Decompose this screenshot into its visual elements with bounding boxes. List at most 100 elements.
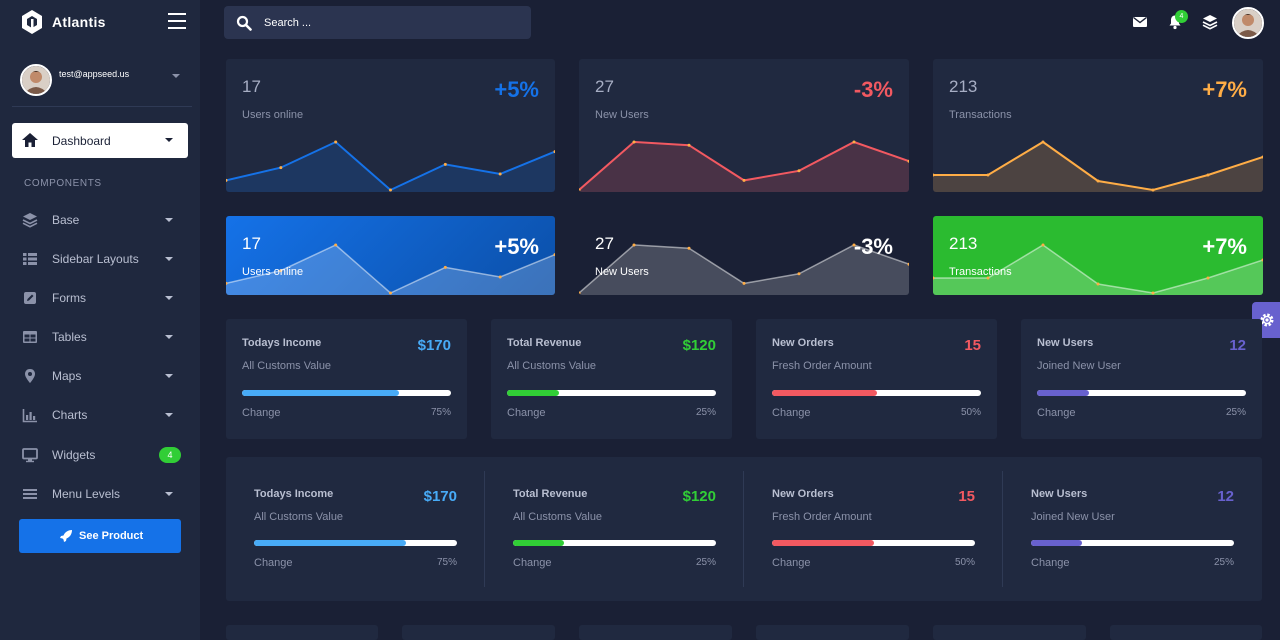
atlantis-logo-icon[interactable] — [22, 10, 42, 34]
rocket-icon — [60, 530, 72, 542]
map-marker-icon — [25, 369, 35, 383]
sidebar-item-maps[interactable]: Maps — [12, 361, 188, 391]
sidebar-item-charts[interactable]: Charts — [12, 400, 188, 430]
filled-card-transactions: 213 Transactions +7% — [933, 216, 1263, 295]
progress-bar — [242, 390, 451, 396]
kpi-foot: Change — [1031, 557, 1070, 569]
divider — [484, 471, 485, 587]
bottom-card — [1110, 625, 1262, 640]
sparkline-point — [498, 275, 502, 279]
stat-value: 213 — [949, 77, 978, 96]
divider — [1002, 471, 1003, 587]
progress-fill — [254, 540, 407, 546]
chevron-down-icon — [165, 218, 173, 222]
layers-icon[interactable] — [1202, 14, 1218, 30]
kpi-value: $120 — [682, 337, 716, 354]
kpi-section-total-revenue: Total Revenue All Customs Value $120 Cha… — [513, 457, 716, 601]
sidebar-item-menu-levels[interactable]: Menu Levels — [12, 479, 188, 509]
search-icon[interactable] — [236, 15, 252, 31]
see-product-button[interactable]: See Product — [19, 519, 181, 553]
kpi-foot: Change — [513, 557, 552, 569]
kpi-percent: 75% — [430, 407, 451, 418]
kpi-percent: 50% — [954, 557, 975, 568]
user-email[interactable]: test@appseed.us — [59, 69, 129, 79]
kpi-foot: Change — [772, 407, 811, 419]
sparkline-point — [443, 265, 447, 269]
sparkline-point — [1041, 243, 1045, 247]
section-heading: COMPONENTS — [24, 178, 102, 189]
profile-avatar[interactable] — [1232, 7, 1264, 39]
sparkline-new-users — [579, 140, 909, 192]
kpi-subtitle: All Customs Value — [507, 360, 597, 372]
stat-label: Users online — [242, 109, 304, 121]
kpi-subtitle: All Customs Value — [254, 511, 344, 523]
chevron-down-icon[interactable] — [172, 74, 180, 78]
kpi-card-new-users: New Users Joined New User 12 Change 25% — [1021, 319, 1262, 439]
sidebar-item-tables[interactable]: Tables — [12, 322, 188, 352]
kpi-combined-card: Todays Income All Customs Value $170 Cha… — [226, 457, 1262, 601]
sparkline-transactions — [933, 140, 1263, 192]
envelope-icon[interactable] — [1132, 14, 1148, 30]
sparkline-point — [687, 246, 691, 250]
notification-badge: 4 — [1175, 10, 1188, 23]
kpi-value: 15 — [958, 488, 975, 505]
sparkline-point — [443, 162, 447, 166]
sidebar-item-sidebar-layouts[interactable]: Sidebar Layouts — [12, 244, 188, 274]
chevron-down-icon — [165, 296, 173, 300]
progress-bar — [772, 540, 975, 546]
sidebar-item-label: Base — [52, 213, 80, 227]
stat-value: 17 — [242, 77, 261, 96]
kpi-foot: Change — [772, 557, 811, 569]
sparkline-point — [852, 140, 856, 144]
kpi-value: 15 — [964, 337, 981, 354]
progress-fill — [772, 540, 874, 546]
progress-bar — [1031, 540, 1234, 546]
sidebar-item-base[interactable]: Base — [12, 205, 188, 235]
progress-fill — [242, 390, 399, 396]
progress-fill — [1037, 390, 1090, 396]
progress-bar — [513, 540, 716, 546]
sparkline-point — [498, 172, 502, 176]
kpi-card-todays-income: Todays Income All Customs Value $170 Cha… — [226, 319, 467, 439]
kpi-title: Total Revenue — [507, 337, 582, 349]
sparkline-point — [742, 281, 746, 285]
home-icon — [22, 133, 38, 147]
sidebar-item-label: Forms — [52, 291, 86, 305]
sidebar-item-forms[interactable]: Forms — [12, 283, 188, 313]
search-box[interactable] — [224, 6, 531, 39]
sparkline-point — [687, 143, 691, 147]
kpi-card-new-orders: New Orders Fresh Order Amount 15 Change … — [756, 319, 997, 439]
chevron-down-icon — [165, 374, 173, 378]
kpi-card-total-revenue: Total Revenue All Customs Value $120 Cha… — [491, 319, 732, 439]
sidebar-item-widgets[interactable]: Widgets 4 — [12, 440, 188, 470]
stat-change: +7% — [1202, 77, 1247, 102]
see-product-label: See Product — [79, 530, 144, 542]
user-avatar[interactable] — [20, 64, 52, 96]
sparkline-point — [632, 140, 636, 144]
sidebar-item-dashboard[interactable]: Dashboard — [12, 123, 188, 158]
kpi-foot: Change — [1037, 407, 1076, 419]
sparkline-area — [933, 142, 1263, 192]
stat-label: Users online — [242, 266, 304, 278]
kpi-section-new-users: New Users Joined New User 12 Change 25% — [1031, 457, 1234, 601]
sidebar-item-label: Tables — [52, 330, 87, 344]
bar-chart-icon — [22, 409, 37, 423]
kpi-percent: 50% — [960, 407, 981, 418]
layers-icon — [22, 213, 38, 228]
th-list-icon — [23, 253, 37, 265]
filled-card-new-users: 27 New Users -3% — [579, 216, 909, 295]
sidebar-item-label: Dashboard — [52, 134, 111, 148]
sparkline-point — [334, 243, 338, 247]
search-input[interactable] — [264, 15, 514, 31]
stat-change: +5% — [494, 77, 539, 102]
kpi-subtitle: Fresh Order Amount — [772, 511, 872, 523]
sparkline-point — [632, 243, 636, 247]
stat-card-new-users: 27 New Users -3% — [579, 59, 909, 192]
kpi-percent: 25% — [695, 407, 716, 418]
stat-value: 17 — [242, 234, 261, 253]
hamburger-menu-icon[interactable] — [168, 13, 186, 29]
kpi-title: Todays Income — [242, 337, 322, 349]
sparkline-point — [1206, 276, 1210, 280]
kpi-foot: Change — [507, 407, 546, 419]
sparkline-point — [797, 272, 801, 276]
